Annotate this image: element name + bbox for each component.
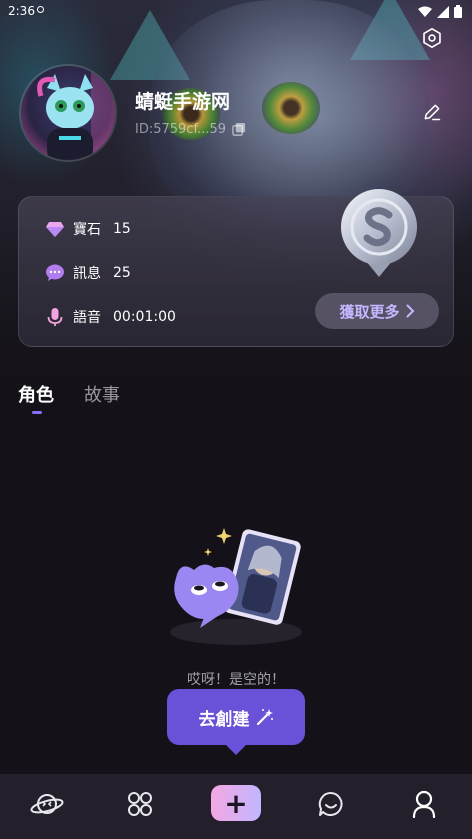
notification-dot-icon <box>37 6 44 13</box>
content-tabs: 角色 故事 <box>18 381 120 407</box>
planet-icon <box>30 794 64 814</box>
wallet-card: 寶石 15 訊息 25 語音 00:01:00 獲取更多 <box>18 189 454 347</box>
bottom-navigation: + <box>0 774 472 839</box>
gems-value: 15 <box>113 221 131 237</box>
edit-icon <box>424 104 441 121</box>
voice-label: 語音 <box>73 310 101 326</box>
messages-label: 訊息 <box>73 266 101 282</box>
tab-characters[interactable]: 角色 <box>18 381 54 407</box>
silver-coin-icon <box>341 189 417 277</box>
avatar[interactable] <box>19 64 117 162</box>
gem-icon <box>46 222 64 237</box>
nav-categories[interactable] <box>120 786 160 822</box>
messages-value: 25 <box>113 265 131 281</box>
nav-chat[interactable] <box>311 786 351 822</box>
background-art-eye <box>262 82 320 134</box>
wifi-icon <box>418 6 432 17</box>
create-button[interactable]: 去創建 <box>167 689 305 755</box>
chat-icon <box>318 791 343 816</box>
nav-create-button[interactable]: + <box>211 785 261 821</box>
tab-stories[interactable]: 故事 <box>84 381 120 407</box>
voice-row: 語音 00:01:00 <box>45 307 176 327</box>
user-id: ID:5759cf...59 <box>135 122 227 137</box>
gems-row: 寶石 15 <box>45 219 131 239</box>
empty-state-message: 哎呀！是空的！ <box>187 672 285 688</box>
username: 蜻蜓手游网 <box>135 91 231 113</box>
battery-icon <box>454 5 462 18</box>
messages-row: 訊息 25 <box>45 263 131 283</box>
chevron-right-icon <box>406 304 414 318</box>
plus-icon: + <box>224 786 248 820</box>
user-id-row[interactable]: ID:5759cf...59 <box>135 122 247 137</box>
grid-icon <box>128 792 152 816</box>
message-icon <box>46 264 64 281</box>
voice-value: 00:01:00 <box>113 309 176 325</box>
edit-profile-button[interactable] <box>418 98 446 126</box>
avatar-image <box>21 66 115 160</box>
microphone-icon <box>47 308 63 326</box>
status-time: 2:36 <box>8 4 35 18</box>
nav-discover[interactable] <box>27 786 67 822</box>
get-more-label: 獲取更多 <box>339 302 400 321</box>
create-label: 去創建 <box>198 709 250 730</box>
copy-icon[interactable] <box>232 122 247 137</box>
magic-wand-icon <box>256 709 273 726</box>
signal-icon <box>437 5 449 18</box>
status-bar: 2:36 <box>0 0 472 24</box>
get-more-button[interactable]: 獲取更多 <box>315 293 439 329</box>
profile-icon <box>412 790 436 818</box>
status-icons <box>418 5 462 18</box>
settings-button[interactable] <box>418 24 446 52</box>
gems-label: 寶石 <box>73 222 101 238</box>
settings-icon <box>423 28 441 48</box>
empty-state-illustration <box>170 528 302 645</box>
nav-profile[interactable] <box>404 786 444 822</box>
active-tab-indicator <box>32 411 42 414</box>
